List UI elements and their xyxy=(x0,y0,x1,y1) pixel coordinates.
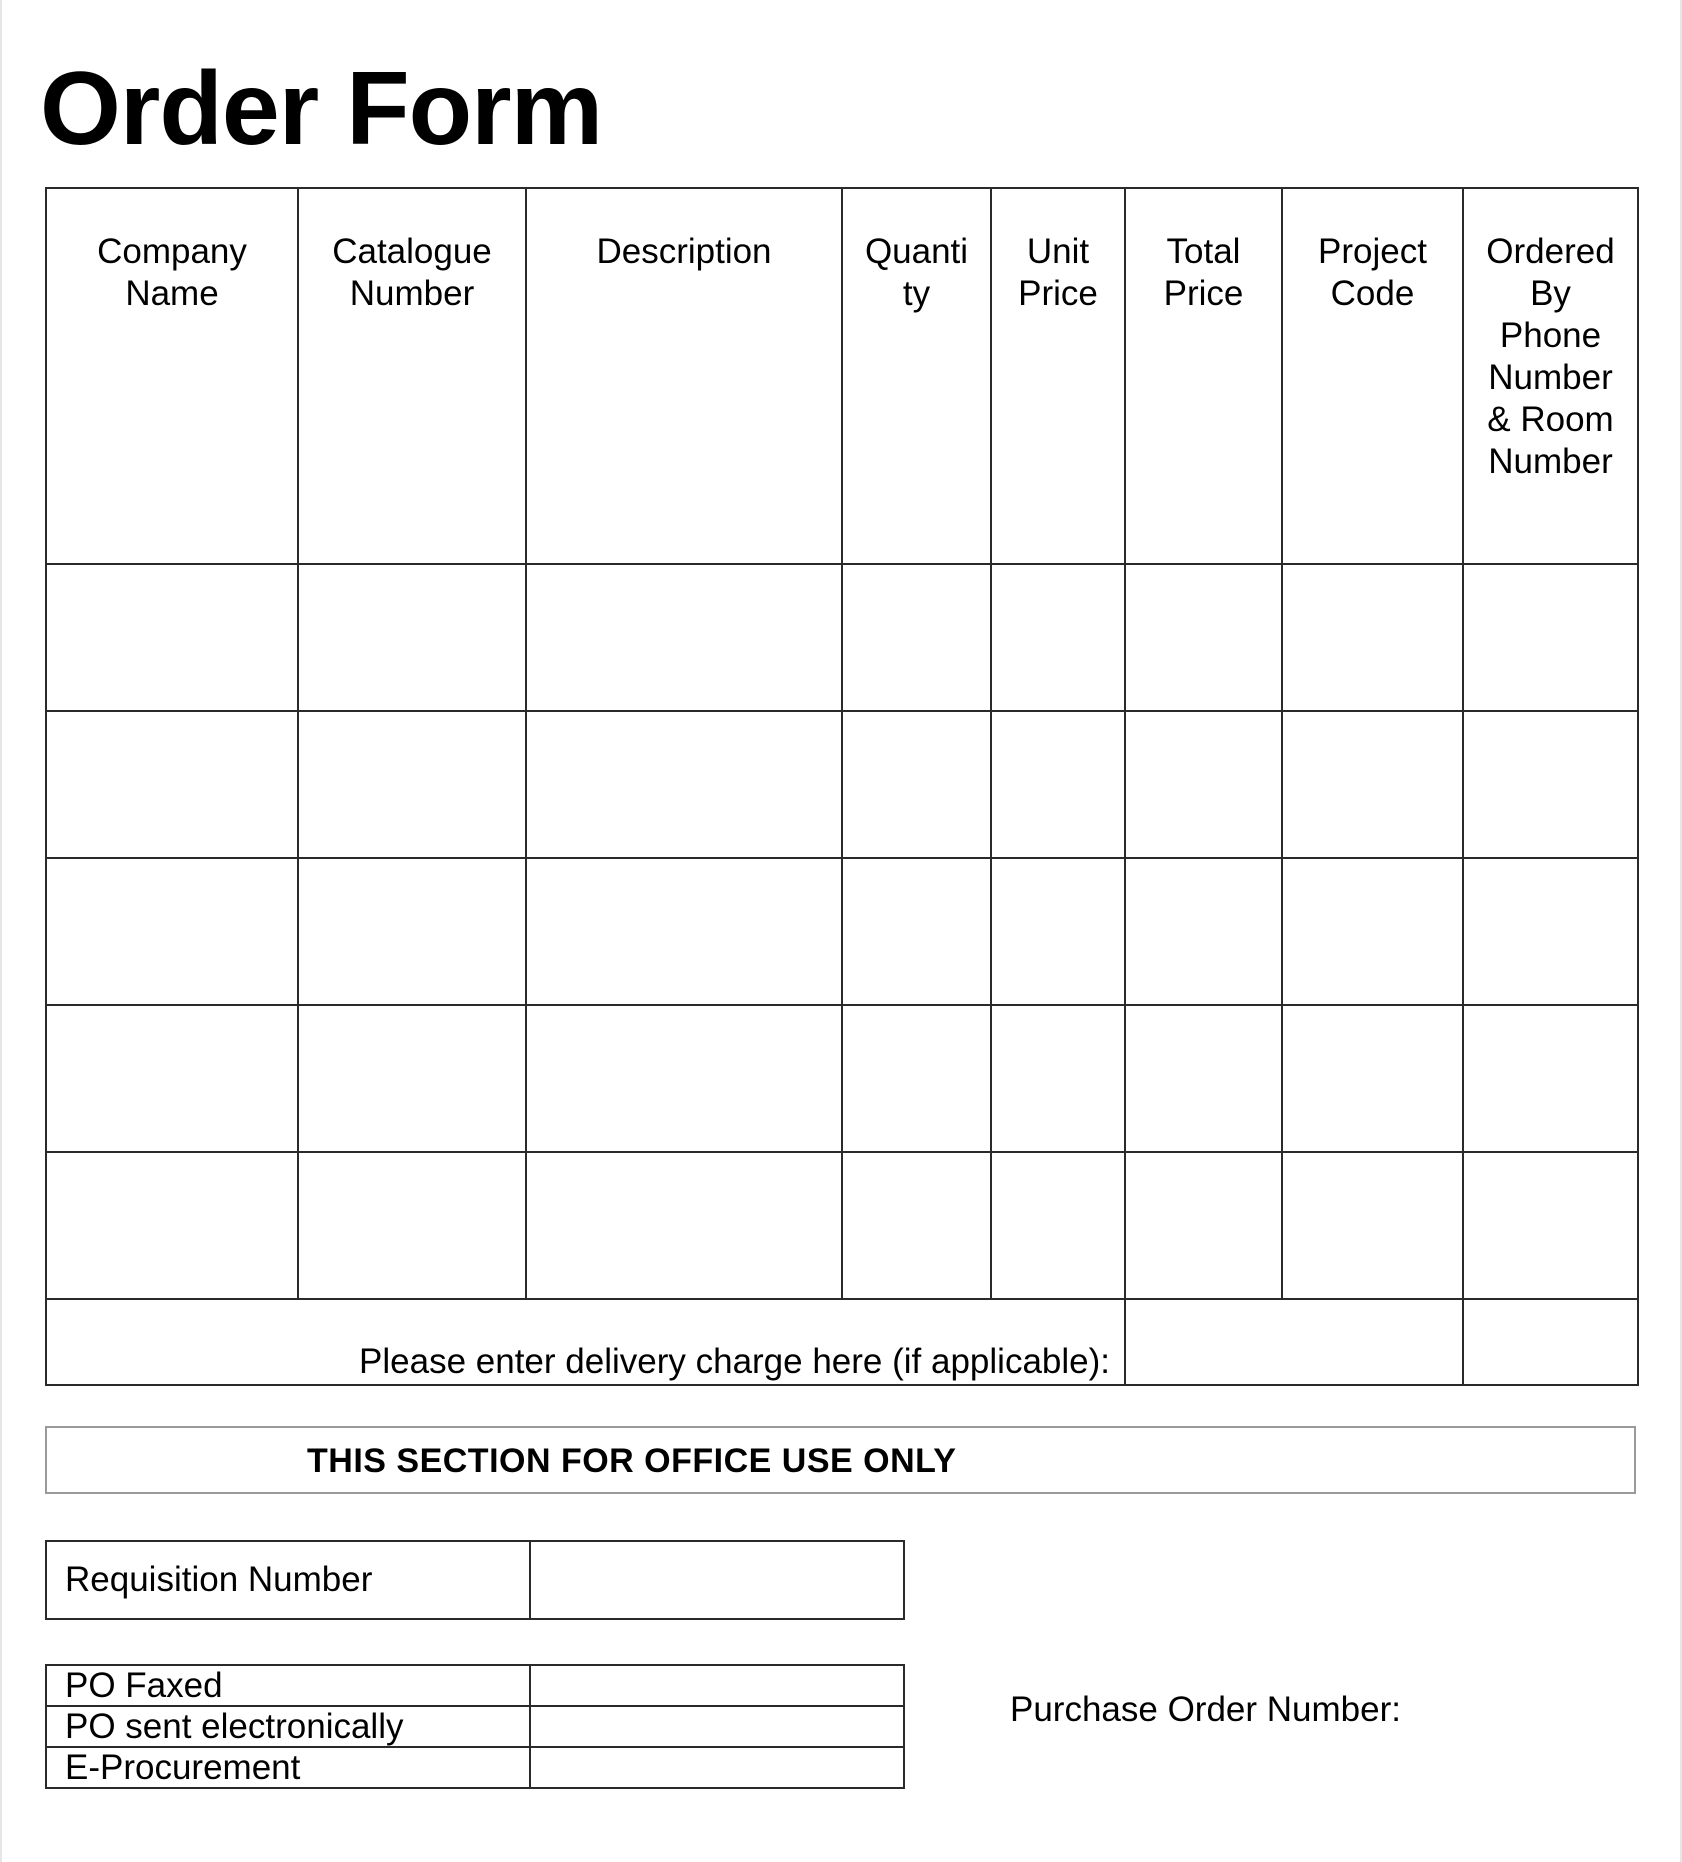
cell-description[interactable] xyxy=(525,563,843,712)
cell-unit-price[interactable] xyxy=(990,1151,1126,1300)
e-procurement-field[interactable] xyxy=(529,1746,905,1789)
cell-project-code[interactable] xyxy=(1281,857,1464,1006)
header-total-price: Total Price xyxy=(1124,187,1283,565)
header-description: Description xyxy=(525,187,843,565)
cell-unit-price[interactable] xyxy=(990,857,1126,1006)
cell-total-price[interactable] xyxy=(1124,710,1283,859)
table-row xyxy=(45,563,1639,712)
requisition-label: Requisition Number xyxy=(45,1540,531,1620)
office-use-banner-text: THIS SECTION FOR OFFICE USE ONLY xyxy=(307,1442,957,1480)
cell-company-name[interactable] xyxy=(45,857,299,1006)
cell-total-price[interactable] xyxy=(1124,563,1283,712)
po-faxed-label: PO Faxed xyxy=(45,1664,531,1707)
cell-catalogue-number[interactable] xyxy=(297,1004,527,1153)
cell-project-code[interactable] xyxy=(1281,563,1464,712)
table-row xyxy=(45,857,1639,1006)
requisition-table: Requisition Number xyxy=(45,1540,905,1620)
cell-company-name[interactable] xyxy=(45,1151,299,1300)
delivery-charge-row: Please enter delivery charge here (if ap… xyxy=(45,1298,1639,1386)
cell-quantity[interactable] xyxy=(841,563,992,712)
cell-description[interactable] xyxy=(525,1151,843,1300)
cell-project-code[interactable] xyxy=(1281,1151,1464,1300)
header-row: Company Name Catalogue Number Descriptio… xyxy=(45,187,1639,565)
po-method-row: E-Procurement xyxy=(45,1746,905,1789)
cell-ordered-by[interactable] xyxy=(1462,857,1639,1006)
cell-quantity[interactable] xyxy=(841,710,992,859)
cell-catalogue-number[interactable] xyxy=(297,857,527,1006)
cell-unit-price[interactable] xyxy=(990,710,1126,859)
cell-quantity[interactable] xyxy=(841,857,992,1006)
cell-description[interactable] xyxy=(525,1004,843,1153)
po-faxed-field[interactable] xyxy=(529,1664,905,1707)
cell-project-code[interactable] xyxy=(1281,710,1464,859)
purchase-order-number-label: Purchase Order Number: xyxy=(1010,1690,1401,1729)
cell-project-code[interactable] xyxy=(1281,1004,1464,1153)
table-row xyxy=(45,1004,1639,1153)
table-row xyxy=(45,710,1639,859)
cell-total-price[interactable] xyxy=(1124,857,1283,1006)
header-project-code: Project Code xyxy=(1281,187,1464,565)
cell-total-price[interactable] xyxy=(1124,1151,1283,1300)
page-edge-left xyxy=(0,0,2,1862)
cell-catalogue-number[interactable] xyxy=(297,1151,527,1300)
e-procurement-label: E-Procurement xyxy=(45,1746,531,1789)
po-sent-electronically-field[interactable] xyxy=(529,1705,905,1748)
cell-description[interactable] xyxy=(525,857,843,1006)
cell-ordered-by[interactable] xyxy=(1462,1151,1639,1300)
cell-company-name[interactable] xyxy=(45,563,299,712)
cell-catalogue-number[interactable] xyxy=(297,710,527,859)
cell-ordered-by[interactable] xyxy=(1462,1004,1639,1153)
delivery-charge-field[interactable] xyxy=(1124,1298,1464,1386)
page-title: Order Form xyxy=(40,51,603,167)
office-use-banner: THIS SECTION FOR OFFICE USE ONLY xyxy=(45,1426,1636,1494)
po-sent-electronically-label: PO sent electronically xyxy=(45,1705,531,1748)
header-quantity: Quanti ty xyxy=(841,187,992,565)
requisition-number-field[interactable] xyxy=(529,1540,905,1620)
po-method-row: PO Faxed xyxy=(45,1664,905,1707)
cell-description[interactable] xyxy=(525,710,843,859)
po-method-row: PO sent electronically xyxy=(45,1705,905,1748)
cell-quantity[interactable] xyxy=(841,1004,992,1153)
delivery-charge-label: Please enter delivery charge here (if ap… xyxy=(45,1298,1126,1386)
header-ordered-by: Ordered By Phone Number & Room Number xyxy=(1462,187,1639,565)
po-method-table: PO Faxed PO sent electronically E-Procur… xyxy=(45,1664,905,1789)
header-catalogue-number: Catalogue Number xyxy=(297,187,527,565)
cell-company-name[interactable] xyxy=(45,710,299,859)
cell-unit-price[interactable] xyxy=(990,1004,1126,1153)
cell-ordered-by[interactable] xyxy=(1462,710,1639,859)
delivery-extra-field[interactable] xyxy=(1462,1298,1639,1386)
cell-total-price[interactable] xyxy=(1124,1004,1283,1153)
cell-company-name[interactable] xyxy=(45,1004,299,1153)
header-unit-price: Unit Price xyxy=(990,187,1126,565)
cell-catalogue-number[interactable] xyxy=(297,563,527,712)
cell-unit-price[interactable] xyxy=(990,563,1126,712)
cell-quantity[interactable] xyxy=(841,1151,992,1300)
cell-ordered-by[interactable] xyxy=(1462,563,1639,712)
table-row xyxy=(45,1151,1639,1300)
requisition-row: Requisition Number xyxy=(45,1540,905,1620)
header-company-name: Company Name xyxy=(45,187,299,565)
order-table: Company Name Catalogue Number Descriptio… xyxy=(45,187,1639,1386)
